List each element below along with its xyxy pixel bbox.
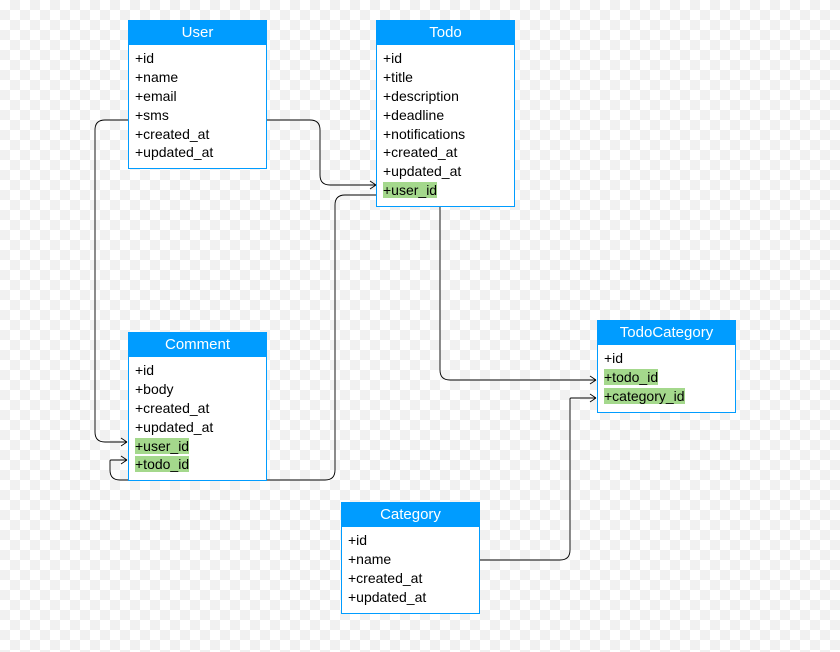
attribute-row: +name <box>348 550 473 569</box>
attribute-row: +title <box>383 68 508 87</box>
attribute-row: +todo_id <box>135 455 260 474</box>
attribute-row: +created_at <box>135 125 260 144</box>
attribute-row: +updated_at <box>383 162 508 181</box>
foreign-key: +category_id <box>604 388 685 404</box>
attribute-row: +id <box>383 49 508 68</box>
attribute-row: +sms <box>135 106 260 125</box>
foreign-key: +user_id <box>135 438 189 454</box>
entity-comment-title: Comment <box>129 333 266 357</box>
entity-category: Category +id+name+created_at+updated_at <box>341 502 480 614</box>
entity-category-title: Category <box>342 503 479 527</box>
attribute-row: +body <box>135 380 260 399</box>
foreign-key: +todo_id <box>135 456 189 472</box>
entity-todocategory: TodoCategory +id+todo_id +category_id <box>597 320 736 413</box>
attribute-row: +id <box>135 49 260 68</box>
attribute-row: +description <box>383 87 508 106</box>
attribute-row: +created_at <box>383 143 508 162</box>
attribute-row: +id <box>135 361 260 380</box>
entity-todocategory-body: +id+todo_id +category_id <box>598 345 735 412</box>
attribute-row: +updated_at <box>135 418 260 437</box>
entity-user-body: +id+name+email+sms+created_at+updated_at <box>129 45 266 168</box>
attribute-row: +id <box>348 531 473 550</box>
entity-user: User +id+name+email+sms+created_at+updat… <box>128 20 267 169</box>
entity-comment-body: +id+body+created_at+updated_at+user_id +t… <box>129 357 266 480</box>
entity-todo-body: +id+title+description+deadline+notificat… <box>377 45 514 206</box>
attribute-row: +id <box>604 349 729 368</box>
attribute-row: +created_at <box>135 399 260 418</box>
foreign-key: +user_id <box>383 182 437 198</box>
entity-user-title: User <box>129 21 266 45</box>
entity-category-body: +id+name+created_at+updated_at <box>342 527 479 613</box>
entity-comment: Comment +id+body+created_at+updated_at+u… <box>128 332 267 481</box>
foreign-key: +todo_id <box>604 369 658 385</box>
entity-todo: Todo +id+title+description+deadline+noti… <box>376 20 515 207</box>
attribute-row: +user_id <box>383 181 508 200</box>
attribute-row: +category_id <box>604 387 729 406</box>
attribute-row: +user_id <box>135 437 260 456</box>
attribute-row: +created_at <box>348 569 473 588</box>
entity-todo-title: Todo <box>377 21 514 45</box>
entity-todocategory-title: TodoCategory <box>598 321 735 345</box>
attribute-row: +updated_at <box>348 588 473 607</box>
attribute-row: +notifications <box>383 125 508 144</box>
attribute-row: +email <box>135 87 260 106</box>
attribute-row: +deadline <box>383 106 508 125</box>
attribute-row: +updated_at <box>135 143 260 162</box>
attribute-row: +name <box>135 68 260 87</box>
attribute-row: +todo_id <box>604 368 729 387</box>
